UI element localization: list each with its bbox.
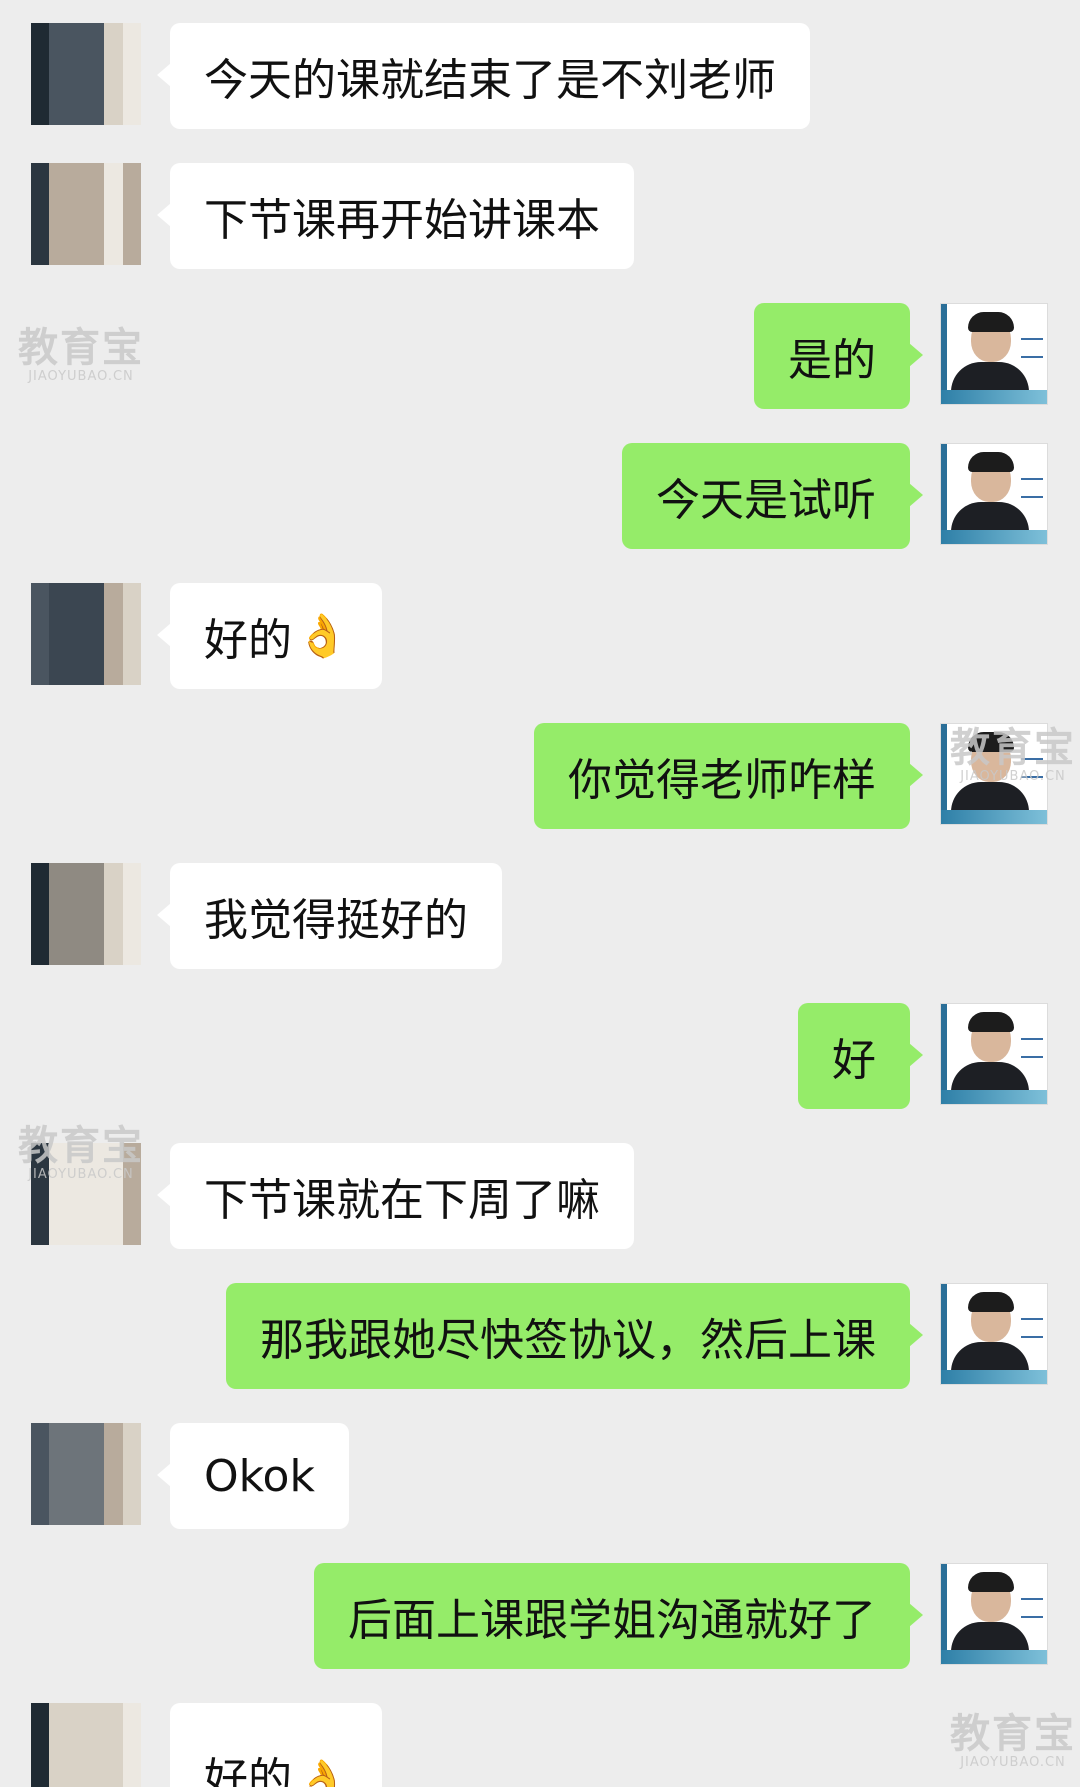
- teacher-avatar[interactable]: [940, 1563, 1048, 1665]
- contact-avatar[interactable]: [31, 583, 141, 685]
- chat-area[interactable]: 今天的课就结束了是不刘老师 下节课再开始讲课本 是的 今天是试听 好的 👌 你觉…: [0, 0, 1080, 1787]
- teacher-avatar[interactable]: [940, 1283, 1048, 1385]
- watermark-logo: 教育宝 JIAOYUBAO.CN: [950, 1711, 1076, 1770]
- received-message-bubble[interactable]: 好的 👌: [156, 583, 383, 689]
- ok-hand-emoji-icon: 👌: [296, 611, 349, 660]
- ok-hand-emoji-icon: 👌: [296, 1757, 349, 1787]
- contact-avatar[interactable]: [31, 1703, 141, 1787]
- contact-avatar[interactable]: [31, 163, 141, 265]
- contact-avatar[interactable]: [31, 1423, 141, 1525]
- teacher-avatar[interactable]: [940, 303, 1048, 405]
- message-text: 好: [832, 1035, 876, 1086]
- sent-message-bubble[interactable]: 是的: [754, 303, 923, 409]
- contact-avatar[interactable]: [31, 23, 141, 125]
- watermark-logo: 教育宝 JIAOYUBAO.CN: [950, 725, 1076, 784]
- received-message-bubble[interactable]: 下节课再开始讲课本: [157, 163, 634, 269]
- sent-message-bubble[interactable]: 今天是试听: [622, 443, 923, 549]
- contact-avatar[interactable]: [31, 863, 141, 965]
- watermark-logo: 教育宝 JIAOYUBAO.CN: [18, 1123, 144, 1182]
- received-message-bubble[interactable]: Okok: [157, 1423, 349, 1529]
- sent-message-bubble[interactable]: 后面上课跟学姐沟通就好了: [314, 1563, 923, 1669]
- message-text: 今天的课就结束了是不刘老师: [204, 55, 776, 106]
- message-text: 后面上课跟学姐沟通就好了: [348, 1595, 876, 1646]
- message-text: 今天是试听: [656, 475, 876, 526]
- watermark-logo: 教育宝 JIAOYUBAO.CN: [18, 325, 144, 384]
- message-text: 好的: [204, 615, 292, 666]
- received-message-bubble[interactable]: 我觉得挺好的: [157, 863, 502, 969]
- sent-message-bubble[interactable]: 好: [798, 1003, 923, 1109]
- message-text: 下节课再开始讲课本: [204, 195, 600, 246]
- message-text: 我觉得挺好的: [204, 895, 468, 946]
- message-text: 是的: [788, 335, 876, 386]
- teacher-avatar[interactable]: [940, 1003, 1048, 1105]
- sent-message-bubble[interactable]: 你觉得老师咋样: [534, 723, 923, 829]
- message-text: 你觉得老师咋样: [568, 755, 876, 806]
- received-message-bubble[interactable]: 今天的课就结束了是不刘老师: [157, 23, 810, 129]
- message-text: Okok: [204, 1450, 315, 1502]
- message-text: 那我跟她尽快签协议，然后上课: [260, 1315, 876, 1366]
- sent-message-bubble[interactable]: 那我跟她尽快签协议，然后上课: [226, 1283, 923, 1389]
- received-message-bubble[interactable]: 好的 👌: [170, 1703, 383, 1787]
- message-text: 好的: [204, 1754, 292, 1787]
- message-text: 下节课就在下周了嘛: [204, 1175, 600, 1226]
- received-message-bubble[interactable]: 下节课就在下周了嘛: [157, 1143, 634, 1249]
- teacher-avatar[interactable]: [940, 443, 1048, 545]
